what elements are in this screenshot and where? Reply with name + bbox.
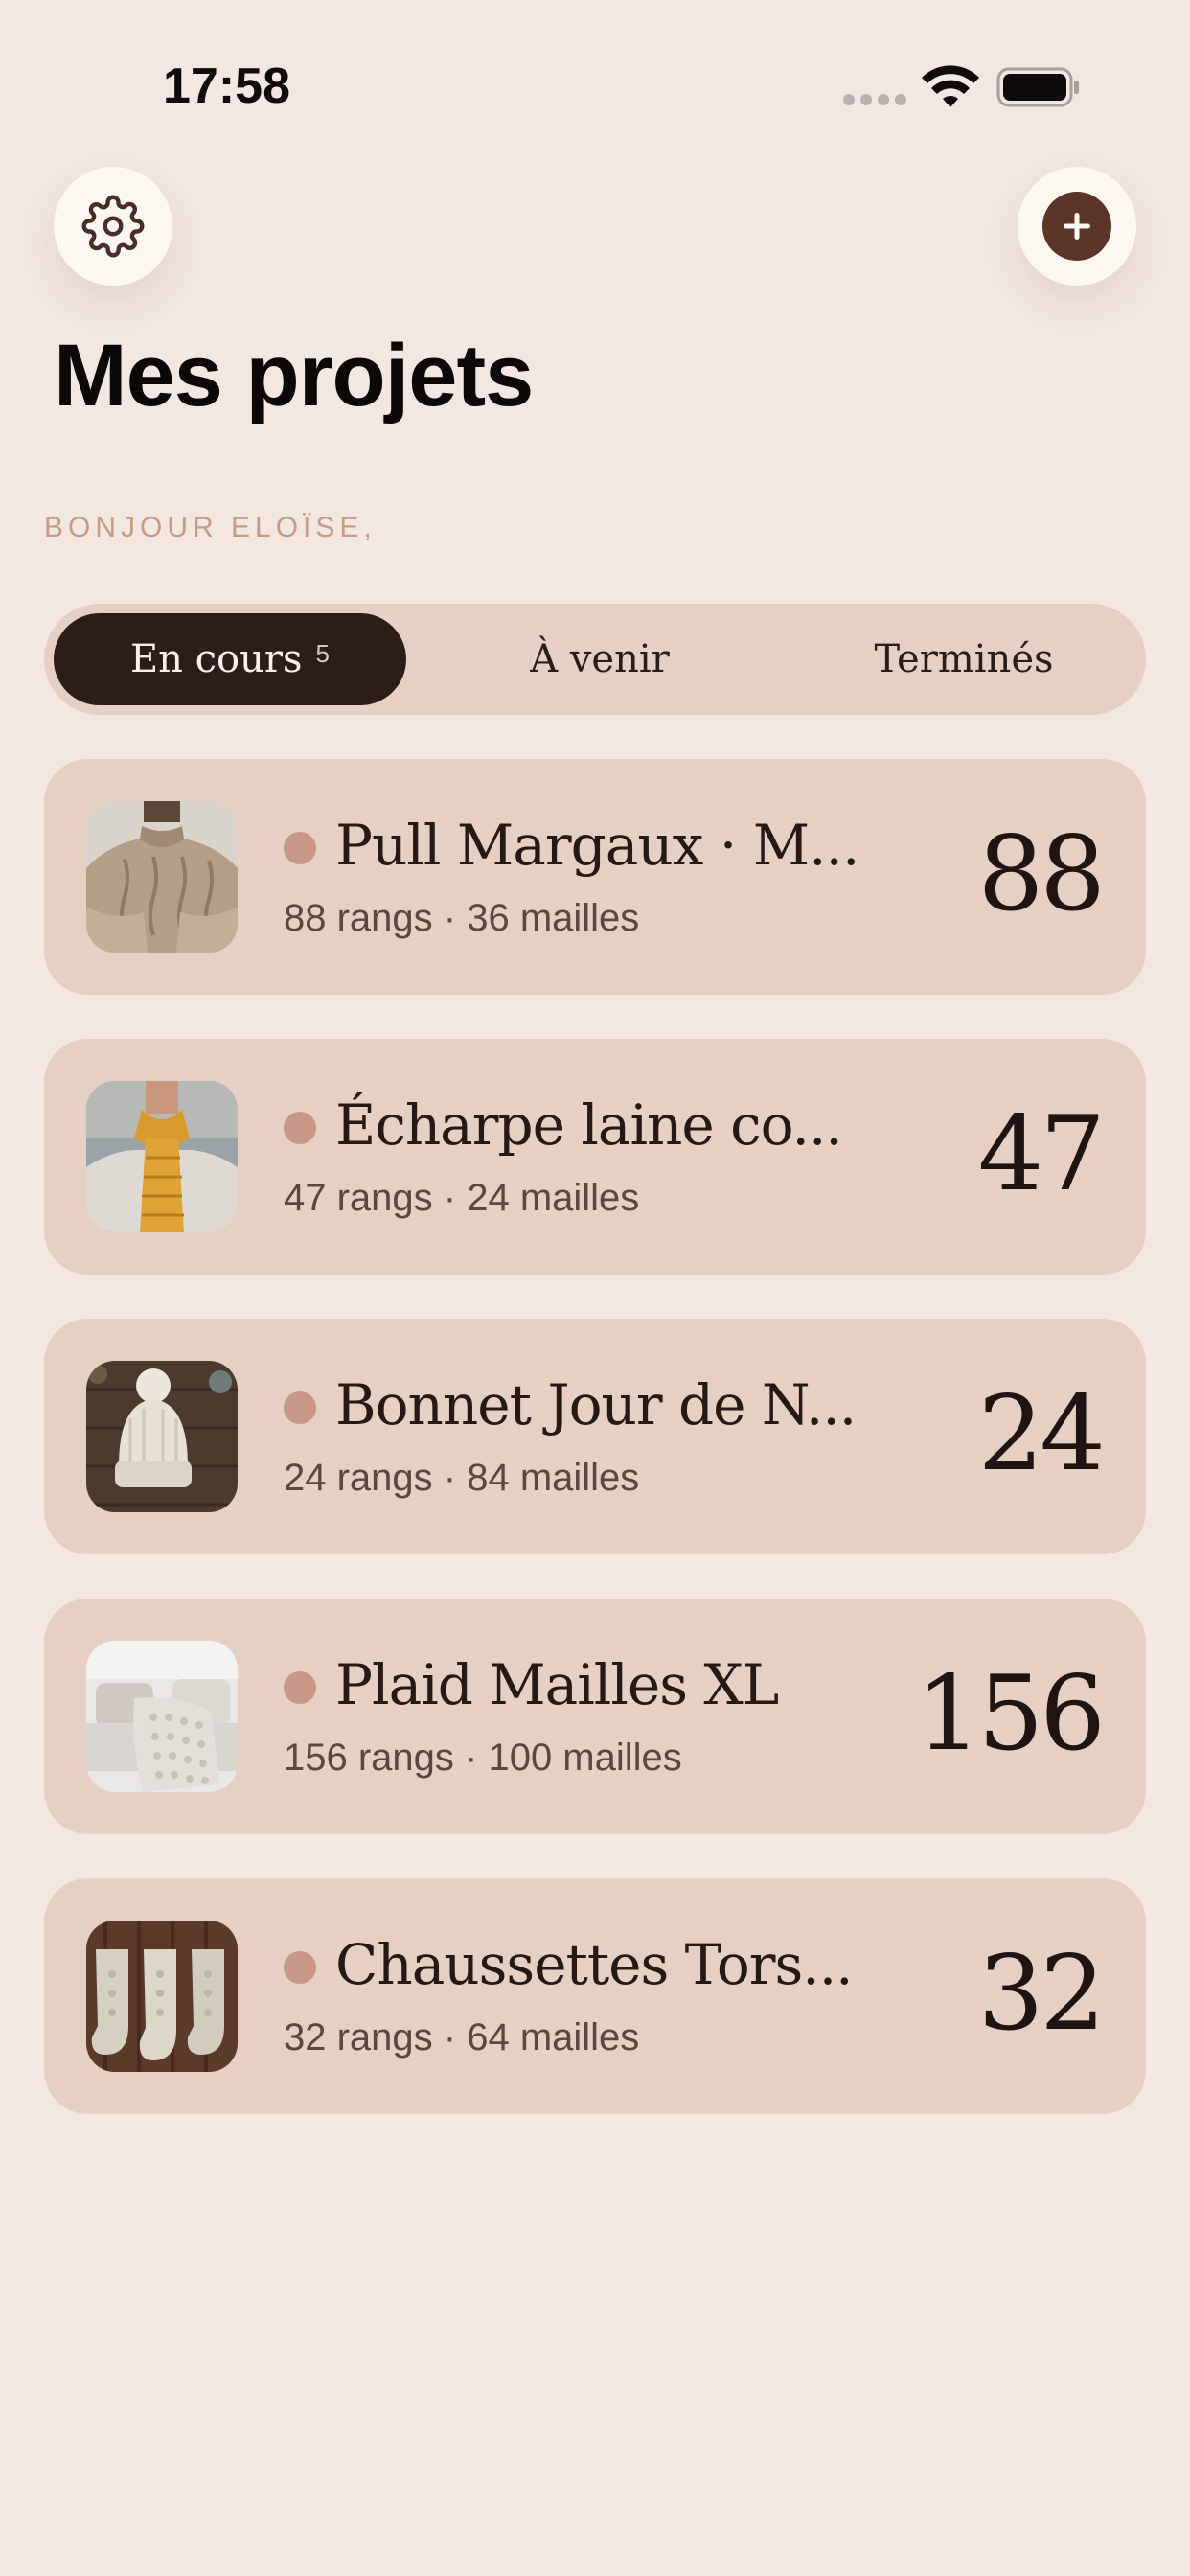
project-thumbnail-scarf [86,1081,238,1232]
project-name: Écharpe laine co... [335,1092,843,1158]
status-segmented-control: En cours 5 À venir Terminés [44,604,1146,715]
wifi-icon [922,65,979,107]
project-card[interactable]: Plaid Mailles XL 156 rangs · 100 mailles… [44,1598,1146,1834]
project-list: Pull Margaux · M... 88 rangs · 36 maille… [44,759,1146,2158]
project-card[interactable]: Bonnet Jour de N... 24 rangs · 84 maille… [44,1319,1146,1554]
project-card[interactable]: Écharpe laine co... 47 rangs · 24 maille… [44,1039,1146,1275]
status-bar: 17:58 [0,0,1190,172]
cellular-signal-icon [843,94,906,105]
status-dot [284,1951,316,1984]
tab-label: À venir [530,637,670,681]
row-counter: 88 [977,815,1106,934]
project-name: Bonnet Jour de N... [335,1372,857,1438]
settings-button[interactable] [54,167,172,286]
status-dot [284,1671,316,1704]
status-time: 17:58 [163,58,290,114]
tab-a-venir[interactable]: À venir [418,604,782,715]
row-counter: 24 [977,1374,1106,1494]
project-name: Chaussettes Tors... [335,1932,854,1997]
project-card[interactable]: Pull Margaux · M... 88 rangs · 36 maille… [44,759,1146,995]
plus-icon [1064,213,1090,240]
project-thumbnail-sweater [86,801,238,953]
project-thumbnail-beanie [86,1361,238,1512]
project-meta: 156 rangs · 100 mailles [284,1736,682,1779]
status-dot [284,1112,316,1144]
status-dot [284,1392,316,1424]
status-dot [284,832,316,864]
project-thumbnail-socks [86,1920,238,2072]
project-meta: 47 rangs · 24 mailles [284,1177,640,1219]
add-project-button[interactable] [1018,167,1136,286]
gear-icon [81,195,145,258]
project-name: Pull Margaux · M... [335,813,859,878]
project-meta: 32 rangs · 64 mailles [284,2016,640,2058]
project-meta: 88 rangs · 36 mailles [284,897,640,939]
tab-termines[interactable]: Terminés [782,604,1146,715]
project-thumbnail-blanket [86,1641,238,1792]
greeting-text: BONJOUR ELOÏSE, [44,512,377,543]
row-counter: 47 [977,1094,1106,1214]
row-counter: 32 [977,1934,1106,2054]
tab-count-badge: 5 [315,638,331,668]
tab-label: En cours [129,637,303,681]
add-button-inner [1042,192,1111,261]
battery-icon [996,67,1079,107]
page-title: Mes projets [54,327,534,425]
row-counter: 156 [915,1654,1106,1774]
tab-en-cours[interactable]: En cours 5 [54,604,406,715]
project-name: Plaid Mailles XL [335,1652,779,1717]
tab-label: Terminés [874,637,1054,681]
project-meta: 24 rangs · 84 mailles [284,1457,640,1499]
project-card[interactable]: Chaussettes Tors... 32 rangs · 64 maille… [44,1878,1146,2114]
